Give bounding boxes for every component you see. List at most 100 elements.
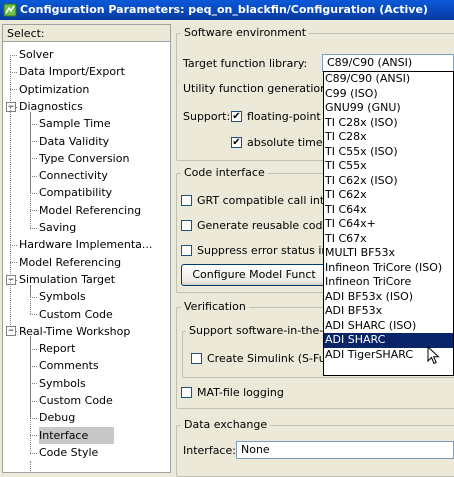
tree-item[interactable]: Code Style <box>39 444 98 461</box>
dropdown-option[interactable]: ADI BF53x <box>324 304 453 319</box>
floating-point-checkbox[interactable]: ✔ <box>231 111 242 122</box>
grt-compatible-label: GRT compatible call inter <box>197 194 336 207</box>
tree-item[interactable]: Custom Code <box>39 392 113 409</box>
dropdown-option[interactable]: C99 (ISO) <box>324 87 453 102</box>
tree-connector <box>30 158 37 159</box>
tree-item[interactable]: Symbols <box>39 375 86 392</box>
tree-item[interactable]: Solver <box>19 46 54 63</box>
collapse-icon[interactable]: − <box>6 102 16 112</box>
tree-connector <box>30 336 31 453</box>
tree-connector <box>30 435 37 436</box>
configure-model-functions-button[interactable]: Configure Model Funct <box>181 264 327 286</box>
dropdown-option[interactable]: TI C28x (ISO) <box>324 116 453 131</box>
tree-connector <box>30 193 37 194</box>
target-function-library-label: Target function library: <box>183 57 308 70</box>
select-header: Select: <box>2 24 171 42</box>
dropdown-option[interactable]: TI C55x <box>324 159 453 174</box>
reusable-code-label: Generate reusable code <box>197 219 330 232</box>
tree-connector <box>10 245 17 246</box>
tree-connector <box>10 245 11 262</box>
window-title: Configuration Parameters: peq_on_blackfi… <box>20 3 428 16</box>
tree-item[interactable]: Saving <box>39 219 76 236</box>
dropdown-option[interactable]: ADI BF53x (ISO) <box>324 290 453 305</box>
tree-item[interactable]: Diagnostics <box>19 98 83 115</box>
target-function-library-dropdown[interactable]: C89/C90 (ANSI) C99 (ISO) GNU99 (GNU) TI C28… <box>323 71 454 376</box>
dropdown-option[interactable]: GNU99 (GNU) <box>324 101 453 116</box>
tree-connector <box>30 124 37 125</box>
collapse-icon[interactable]: − <box>6 275 16 285</box>
tree-connector <box>30 418 37 419</box>
tree-item[interactable]: Debug <box>39 409 75 426</box>
create-simulink-checkbox[interactable] <box>191 353 202 364</box>
tree-connector <box>30 285 31 314</box>
tree-item[interactable]: Data Validity <box>39 133 109 150</box>
dropdown-option[interactable]: TI C28x <box>324 130 453 145</box>
tree-item[interactable]: Simulation Target <box>19 271 115 288</box>
tree-item[interactable]: Comments <box>39 357 99 374</box>
tree-connector <box>30 401 37 402</box>
tree-item[interactable]: Model Referencing <box>19 254 121 271</box>
tree-item[interactable]: Interface <box>39 426 115 444</box>
absolute-time-checkbox[interactable]: ✔ <box>231 137 242 148</box>
tree-item[interactable]: Compatibility <box>39 184 112 201</box>
mouse-cursor-icon <box>427 346 440 365</box>
tree-connector <box>30 176 37 177</box>
tree-connector <box>10 89 17 90</box>
tree-item[interactable]: Hardware Implementa... <box>19 236 152 253</box>
interface-label: Interface: <box>183 444 236 457</box>
code-interface-title: Code interface <box>181 166 268 179</box>
target-function-library-combo[interactable]: C89/C90 (ANSI) <box>322 54 454 72</box>
tree-item[interactable]: Custom Code <box>39 306 113 323</box>
tree-item[interactable]: Type Conversion <box>39 150 129 167</box>
tree-item[interactable]: Symbols <box>39 288 86 305</box>
dropdown-option[interactable]: Infineon TriCore <box>324 275 453 290</box>
tree-item[interactable]: Connectivity <box>39 167 108 184</box>
tree-connector <box>30 461 31 472</box>
absolute-time-label: absolute time <box>247 136 323 149</box>
tree-connector <box>10 72 11 89</box>
tree-connector <box>30 314 37 315</box>
tree-connector <box>30 349 37 350</box>
dropdown-option[interactable]: TI C55x (ISO) <box>324 145 453 160</box>
tree-item[interactable]: Data Import/Export <box>19 63 125 80</box>
tree-connector <box>10 55 17 56</box>
tree-connector <box>10 280 11 331</box>
support-sil-title: Support software-in-the-lo <box>186 324 336 337</box>
dropdown-option[interactable]: TI C67x <box>324 232 453 247</box>
tree-item[interactable]: Sample Time <box>39 115 111 132</box>
create-simulink-label: Create Simulink (S-Fun <box>207 352 333 365</box>
dropdown-option[interactable]: C89/C90 (ANSI) <box>324 72 453 87</box>
grt-compatible-checkbox[interactable] <box>181 195 192 206</box>
title-bar[interactable]: Configuration Parameters: peq_on_blackfi… <box>0 0 454 20</box>
dropdown-option[interactable]: TI C64x <box>324 203 453 218</box>
dropdown-option[interactable]: MULTI BF53x <box>324 246 453 261</box>
suppress-error-label: Suppress error status in <box>197 244 329 257</box>
dropdown-option[interactable]: Infineon TriCore (ISO) <box>324 261 453 276</box>
interface-combo[interactable]: None <box>236 441 454 459</box>
dropdown-option[interactable]: ADI SHARC (ISO) <box>324 319 453 334</box>
collapse-icon[interactable]: − <box>6 326 16 336</box>
mat-file-logging-label: MAT-file logging <box>197 386 284 399</box>
tree-item[interactable]: Optimization <box>19 81 89 98</box>
tree-connector <box>30 141 37 142</box>
tree-connector <box>30 112 31 228</box>
tree-connector <box>10 55 11 72</box>
dropdown-option[interactable]: TI C62x <box>324 188 453 203</box>
verification-title: Verification <box>181 300 249 313</box>
dropdown-option[interactable]: TI C64x+ <box>324 217 453 232</box>
tree-item[interactable]: Model Referencing <box>39 202 141 219</box>
tree-connector <box>30 453 37 454</box>
mat-file-logging-checkbox[interactable] <box>181 387 192 398</box>
suppress-error-checkbox[interactable] <box>181 245 192 256</box>
tree-item[interactable]: Report <box>39 340 75 357</box>
simulink-icon <box>3 3 17 17</box>
tree-connector <box>30 366 37 367</box>
reusable-code-checkbox[interactable] <box>181 220 192 231</box>
tree-connector <box>30 383 37 384</box>
tree-connector <box>10 262 17 263</box>
dropdown-option[interactable]: TI C62x (ISO) <box>324 174 453 189</box>
tree-item[interactable]: Real-Time Workshop <box>19 323 130 340</box>
config-tree[interactable]: Solver Data Import/Export Optimization Diag… <box>2 42 171 473</box>
data-exchange-title: Data exchange <box>181 418 271 431</box>
tree-connector <box>10 107 11 245</box>
